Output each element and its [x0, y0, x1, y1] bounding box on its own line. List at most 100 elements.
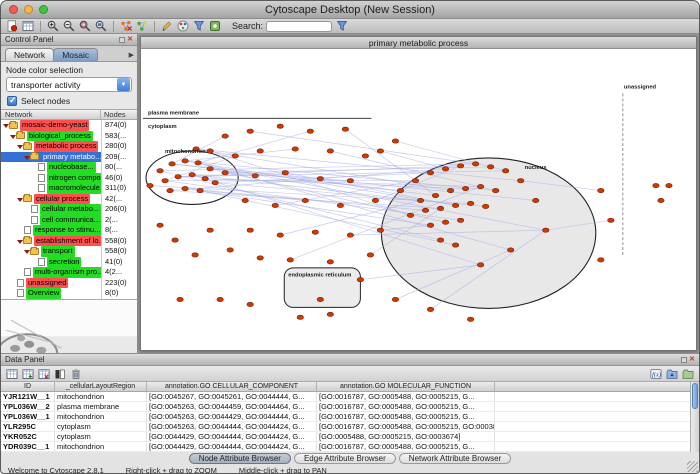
network-node[interactable]	[598, 258, 604, 262]
attribute-select-icon[interactable]	[5, 367, 19, 380]
network-node[interactable]	[392, 297, 398, 301]
network-node[interactable]	[442, 167, 448, 171]
close-window-button[interactable]	[9, 5, 18, 14]
network-node[interactable]	[272, 203, 278, 207]
attribute-columns-icon[interactable]	[53, 367, 67, 380]
network-node[interactable]	[477, 263, 483, 267]
network-node[interactable]	[232, 154, 238, 158]
column-header-annotation-go-molecular-function[interactable]: annotation.GO MOLECULAR_FUNCTION	[317, 382, 495, 391]
network-node[interactable]	[653, 183, 659, 187]
network-node[interactable]	[457, 218, 463, 222]
network-node[interactable]	[257, 149, 263, 153]
network-node[interactable]	[317, 177, 323, 181]
network-node[interactable]	[227, 248, 233, 252]
network-node[interactable]	[357, 278, 363, 282]
network-node[interactable]	[437, 238, 443, 242]
network-node[interactable]	[175, 175, 181, 179]
network-node[interactable]	[452, 243, 458, 247]
float-panel-icon[interactable]	[119, 37, 125, 43]
network-node[interactable]	[197, 188, 203, 192]
search-input[interactable]	[266, 21, 332, 32]
expand-arrow-icon[interactable]	[16, 141, 23, 151]
plugins-icon[interactable]	[208, 20, 222, 33]
network-node[interactable]	[472, 162, 478, 166]
network-node[interactable]	[543, 228, 549, 232]
network-node[interactable]	[157, 169, 163, 173]
network-node[interactable]	[169, 162, 175, 166]
network-node[interactable]	[277, 233, 283, 237]
expand-arrow-icon[interactable]	[16, 194, 23, 204]
network-node[interactable]	[162, 179, 168, 183]
network-node[interactable]	[217, 297, 223, 301]
network-node[interactable]	[247, 302, 253, 306]
network-node[interactable]	[189, 173, 195, 177]
network-node[interactable]	[407, 213, 413, 217]
network-node[interactable]	[327, 149, 333, 153]
create-network-from-selection-icon[interactable]	[135, 20, 149, 33]
network-column-header[interactable]: Network	[1, 110, 101, 119]
annotation-icon[interactable]	[160, 20, 174, 33]
function-builder-icon[interactable]: f(x)	[649, 367, 663, 380]
tree-item-mosaic-demo-yeast[interactable]: mosaic-demo-yeast874(0)	[1, 120, 137, 131]
attribute-create-icon[interactable]	[21, 367, 35, 380]
expand-arrow-icon[interactable]	[23, 152, 30, 162]
tree-item-multi-organism-pro[interactable]: multi-organism pro...4(2...	[1, 267, 137, 278]
network-node[interactable]	[347, 233, 353, 237]
network-node[interactable]	[202, 177, 208, 181]
table-row[interactable]: YDR039C__1mitochondrion[GO:0044429, GO:0…	[1, 442, 699, 452]
network-node[interactable]	[195, 161, 201, 165]
network-node[interactable]	[372, 198, 378, 202]
network-node[interactable]	[312, 230, 318, 234]
network-node[interactable]	[172, 238, 178, 242]
network-node[interactable]	[442, 220, 448, 224]
close-panel-icon[interactable]: ✕	[127, 36, 133, 43]
network-node[interactable]	[337, 203, 343, 207]
zoom-fit-icon[interactable]	[94, 20, 108, 33]
tree-item-cell-communica[interactable]: cell communica...2(...	[1, 215, 137, 226]
zoom-in-icon[interactable]	[46, 20, 60, 33]
network-node[interactable]	[192, 253, 198, 257]
network-node[interactable]	[182, 186, 188, 190]
network-node[interactable]	[427, 223, 433, 227]
expand-arrow-icon[interactable]	[23, 246, 30, 256]
column-header-id[interactable]: ID	[1, 382, 55, 391]
network-node[interactable]	[608, 218, 614, 222]
network-node[interactable]	[367, 253, 373, 257]
close-data-panel-icon[interactable]: ✕	[689, 356, 695, 363]
tab-network-attribute-browser[interactable]: Network Attribute Browser	[399, 453, 511, 464]
zoom-out-icon[interactable]	[62, 20, 76, 33]
zoom-region-icon[interactable]	[78, 20, 92, 33]
network-node[interactable]	[242, 198, 248, 202]
table-row[interactable]: YLR295Ccytoplasm[GO:0045263, GO:0044444,…	[1, 422, 699, 432]
network-node[interactable]	[432, 193, 438, 197]
network-node[interactable]	[427, 171, 433, 175]
export-attributes-icon[interactable]	[681, 367, 695, 380]
network-node[interactable]	[257, 256, 263, 260]
network-node[interactable]	[207, 167, 213, 171]
network-node[interactable]	[327, 312, 333, 316]
tree-item-overview[interactable]: Overview8(0)	[1, 288, 137, 299]
network-window-title[interactable]: primary metabolic process	[141, 37, 696, 49]
table-row[interactable]: YJR121W__1mitochondrion[GO:0045267, GO:0…	[1, 392, 699, 402]
network-node[interactable]	[452, 203, 458, 207]
network-node[interactable]	[392, 139, 398, 143]
network-node[interactable]	[427, 307, 433, 311]
network-node[interactable]	[247, 129, 253, 133]
float-data-panel-icon[interactable]	[681, 357, 687, 363]
network-node[interactable]	[447, 188, 453, 192]
network-node[interactable]	[282, 171, 288, 175]
column-header-cellularlayoutregion[interactable]: _cellularLayoutRegion	[55, 382, 147, 391]
network-node[interactable]	[397, 188, 403, 192]
tree-item-nitrogen-compo[interactable]: nitrogen compo...46(0)	[1, 173, 137, 184]
trash-icon[interactable]	[69, 367, 83, 380]
network-edge[interactable]	[380, 151, 445, 169]
tree-item-response-to-stimu[interactable]: response to stimu...8(...	[1, 225, 137, 236]
vizmapper-icon[interactable]	[176, 20, 190, 33]
filter-builder-icon[interactable]	[192, 20, 206, 33]
network-node[interactable]	[342, 127, 348, 131]
network-node[interactable]	[222, 134, 228, 138]
network-node[interactable]	[167, 188, 173, 192]
window-titlebar[interactable]: Cytoscape Desktop (New Session)	[1, 1, 699, 19]
filter-icon[interactable]	[335, 20, 349, 33]
network-node[interactable]	[377, 228, 383, 232]
